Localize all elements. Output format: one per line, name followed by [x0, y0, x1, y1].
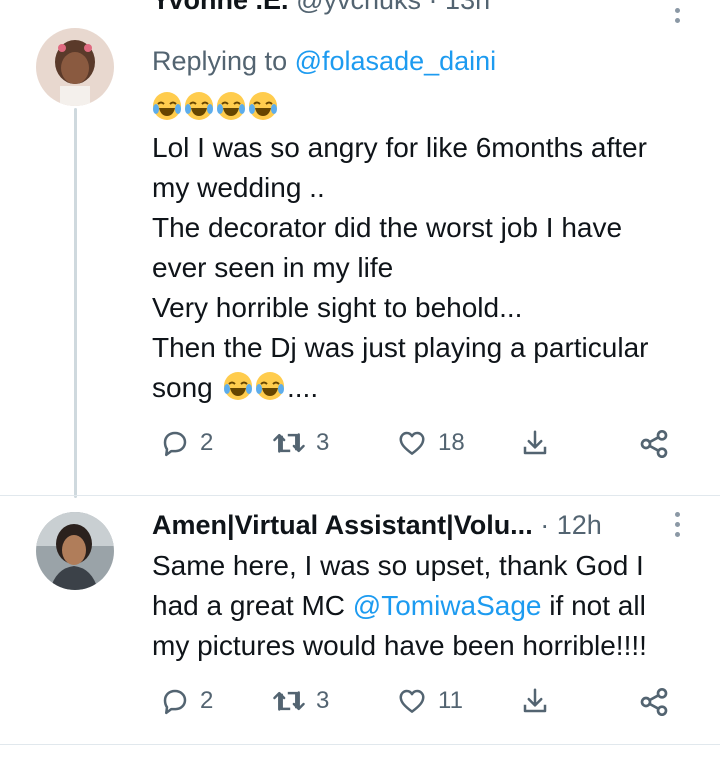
share-icon: [640, 430, 668, 458]
tweet-divider: [0, 744, 720, 745]
retweet-icon: [273, 691, 305, 711]
display-name[interactable]: Yvonne .E.: [152, 0, 289, 15]
replying-to: Replying to @folasade_daini: [152, 46, 496, 77]
reply-button[interactable]: 2: [160, 686, 213, 716]
timestamp[interactable]: 12h: [557, 510, 602, 540]
text-line: The decorator did the worst job I have: [152, 212, 623, 243]
text-fragment: song: [152, 372, 213, 403]
text-line: my pictures would have been horrible!!!!: [152, 630, 647, 661]
text-fragment: ....: [287, 372, 319, 403]
download-icon: [523, 430, 547, 455]
like-count: 18: [438, 429, 465, 456]
download-button[interactable]: [520, 686, 550, 716]
text-line: Same here, I was so upset, thank God I: [152, 550, 644, 581]
laughing-emoji-icon: [249, 92, 277, 120]
avatar[interactable]: [36, 512, 114, 590]
tweet-actions: 2 3 18: [152, 428, 692, 462]
emoji-row-text: 😂😂😂😂: [152, 88, 157, 128]
more-icon[interactable]: [673, 8, 683, 28]
retweet-count: 3: [316, 687, 330, 714]
reply-count: 2: [200, 687, 214, 714]
text-line: Lol I was so angry for like 6months afte…: [152, 132, 647, 163]
tweet-actions: 2 3 11: [152, 686, 692, 720]
handle[interactable]: @yvchuks: [296, 0, 421, 15]
text-fragment: if not all: [541, 590, 646, 621]
text-line: Very horrible sight to behold...: [152, 292, 523, 323]
avatar[interactable]: [36, 28, 114, 106]
replying-prefix: Replying to: [152, 46, 288, 76]
reply-count: 2: [200, 429, 214, 456]
share-icon: [640, 688, 668, 716]
like-count: 11: [438, 687, 463, 714]
download-icon: [523, 688, 547, 713]
share-button[interactable]: [638, 686, 670, 718]
reply-icon: [163, 689, 187, 715]
tweet-header: Yvonne .E. @yvchuks · 13h: [152, 0, 490, 24]
reply-button[interactable]: 2: [160, 428, 213, 458]
timestamp[interactable]: 13h: [445, 0, 490, 15]
more-icon[interactable]: [673, 512, 683, 542]
text-fragment: had a great MC: [152, 590, 353, 621]
like-button[interactable]: 11: [396, 686, 463, 716]
text-line: Then the Dj was just playing a particula…: [152, 332, 649, 363]
tweet-text: 😂😂😂😂 Lol I was so angry for like 6months…: [152, 88, 648, 418]
display-name[interactable]: Amen|Virtual Assistant|Volu...: [152, 510, 533, 540]
text-line-last: song 😂😂....: [152, 368, 648, 418]
mention-link[interactable]: @folasade_daini: [295, 46, 497, 76]
like-icon: [399, 431, 425, 455]
retweet-button[interactable]: 3: [272, 686, 329, 716]
text-line: ever seen in my life: [152, 252, 394, 283]
reply-icon: [163, 431, 187, 457]
tweet-text: Same here, I was so upset, thank God I h…: [152, 546, 647, 666]
separator-dot: ·: [540, 510, 550, 540]
thread-line: [74, 108, 77, 498]
text-line: had a great MC @TomiwaSage if not all: [152, 586, 647, 626]
laughing-emoji-icon: [217, 92, 245, 120]
tweet-2[interactable]: Amen|Virtual Assistant|Volu... · 12h Sam…: [0, 496, 720, 762]
separator-dot: ·: [428, 0, 438, 15]
tweet-header: Amen|Virtual Assistant|Volu... · 12h: [152, 510, 602, 541]
emoji-row: 😂😂😂😂: [152, 88, 648, 128]
download-button[interactable]: [520, 428, 550, 458]
retweet-count: 3: [316, 429, 330, 456]
retweet-button[interactable]: 3: [272, 428, 329, 458]
mention-link[interactable]: @TomiwaSage: [353, 590, 542, 621]
laughing-emoji-icon: [256, 372, 284, 400]
tweet-1[interactable]: Yvonne .E. @yvchuks · 13h Replying to @f…: [0, 0, 720, 498]
share-button[interactable]: [638, 428, 670, 460]
laughing-emoji-icon: [185, 92, 213, 120]
like-icon: [399, 689, 425, 713]
laughing-emoji-icon: [224, 372, 252, 400]
retweet-icon: [273, 433, 305, 453]
text-line: my wedding ..: [152, 172, 325, 203]
like-button[interactable]: 18: [396, 428, 465, 458]
